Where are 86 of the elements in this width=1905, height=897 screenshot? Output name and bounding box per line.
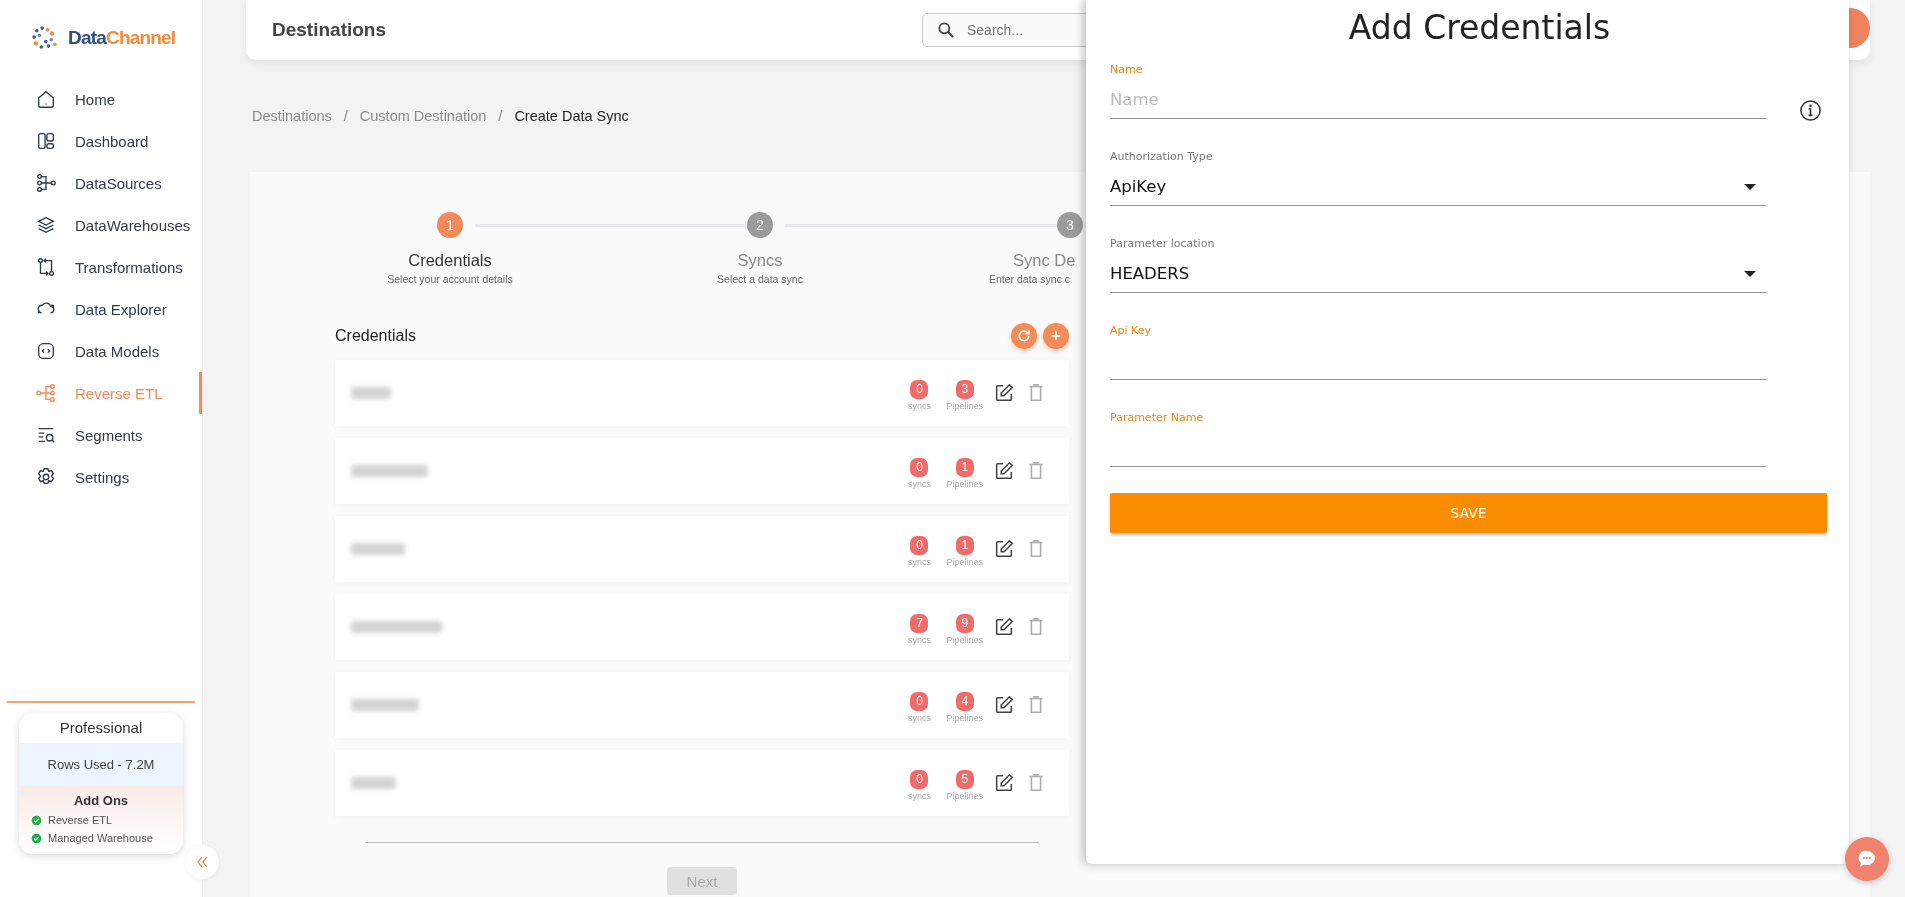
step-title: Syncs [736,251,784,270]
addon-label: Reverse ETL [48,814,113,826]
sidebar-item[interactable]: Segments [0,414,202,456]
sidebar-item[interactable]: Data Explorer [0,288,202,330]
edit-icon[interactable] [993,616,1015,638]
pipelines-count: 3 [955,379,974,399]
field-label: Authorization Type [1110,149,1214,165]
redacted-name [351,699,419,711]
syncs-count: 0 [910,457,929,477]
refresh-icon [1016,328,1032,344]
branch-icon [35,382,57,404]
field-label: Parameter location [1110,236,1216,252]
count-label: syncs [907,634,931,645]
pipelines-count: 1 [955,457,974,477]
edit-icon[interactable] [993,694,1015,716]
input-field[interactable]: Name [1110,81,1766,119]
search-icon [936,20,956,40]
count-label: Pipelines [946,556,983,567]
breadcrumb-separator: / [498,108,503,124]
step-number: 3 [1057,212,1083,238]
pipelines-count: 1 [955,535,974,555]
edit-icon[interactable] [993,772,1015,794]
caret-icon [1744,182,1756,191]
step-subtitle: Select your account details [386,273,514,285]
field-label: Name [1110,62,1144,78]
addons-title: Add Ons [72,793,130,808]
sidebar-item[interactable]: Data Models [0,330,202,372]
count-label: Pipelines [946,712,983,723]
caret-icon [1744,269,1756,278]
nodes-icon [35,172,57,194]
count-label: Pipelines [946,634,983,645]
count-label: syncs [907,556,931,567]
field-label: Parameter Name [1110,410,1205,426]
edit-icon[interactable] [993,382,1015,404]
syncs-count: 0 [910,769,929,789]
refresh-button[interactable] [1011,323,1037,349]
swap-icon [35,256,57,278]
syncs-count: 0 [910,379,929,399]
syncs-count: 0 [910,691,929,711]
step-title: Sync De [1012,251,1077,270]
breadcrumb-link[interactable]: Create Data Sync [514,108,629,124]
pipelines-count: 9 [955,613,974,633]
sidebar-item[interactable]: Dashboard [0,120,202,162]
count-label: syncs [907,790,931,801]
syncs-count: 7 [910,613,929,633]
chat-button[interactable] [1845,837,1889,881]
redacted-name [351,777,396,789]
redacted-name [351,387,391,399]
field-label: Api Key [1110,323,1152,339]
count-label: syncs [907,478,931,489]
sidebar-item[interactable]: DataSources [0,162,202,204]
redacted-name [351,543,405,555]
section-title: Credentials [335,327,417,345]
plan-title: Professional [58,718,144,738]
step-number: 2 [747,212,773,238]
sidebar-item[interactable]: Transformations [0,246,202,288]
pipelines-count: 4 [955,691,974,711]
sidebar-item[interactable]: DataWarehouses [0,204,202,246]
syncs-count: 0 [910,535,929,555]
step-subtitle: Select a data sync [716,273,804,285]
info-icon[interactable] [1799,99,1822,122]
select-field[interactable]: HEADERS [1110,255,1766,293]
step-number: 1 [437,212,463,238]
sidebar-item[interactable]: Settings [0,456,202,498]
breadcrumb-separator: / [343,108,348,124]
step-title: Credentials [407,251,493,270]
dashboard-icon [35,130,57,152]
count-label: Pipelines [946,790,983,801]
sidebar-item[interactable]: Home [0,78,202,120]
count-label: syncs [907,400,931,411]
addon-label: Managed Warehouse [48,832,153,844]
page-title: Destinations [272,19,388,41]
drawer-title: Add Credentials [1347,7,1612,49]
select-field[interactable]: ApiKey [1110,168,1766,206]
count-label: Pipelines [946,478,983,489]
count-label: syncs [907,712,931,723]
collapse-button[interactable] [185,845,219,879]
logo-text: DataChannel [68,27,176,49]
home-icon [35,88,57,110]
edit-icon[interactable] [993,460,1015,482]
edit-icon[interactable] [993,538,1015,560]
layers-icon [35,214,57,236]
code-icon [35,340,57,362]
pipelines-count: 5 [955,769,974,789]
count-label: Pipelines [946,400,983,411]
rows-used: Rows Used - 7.2M [47,757,155,772]
